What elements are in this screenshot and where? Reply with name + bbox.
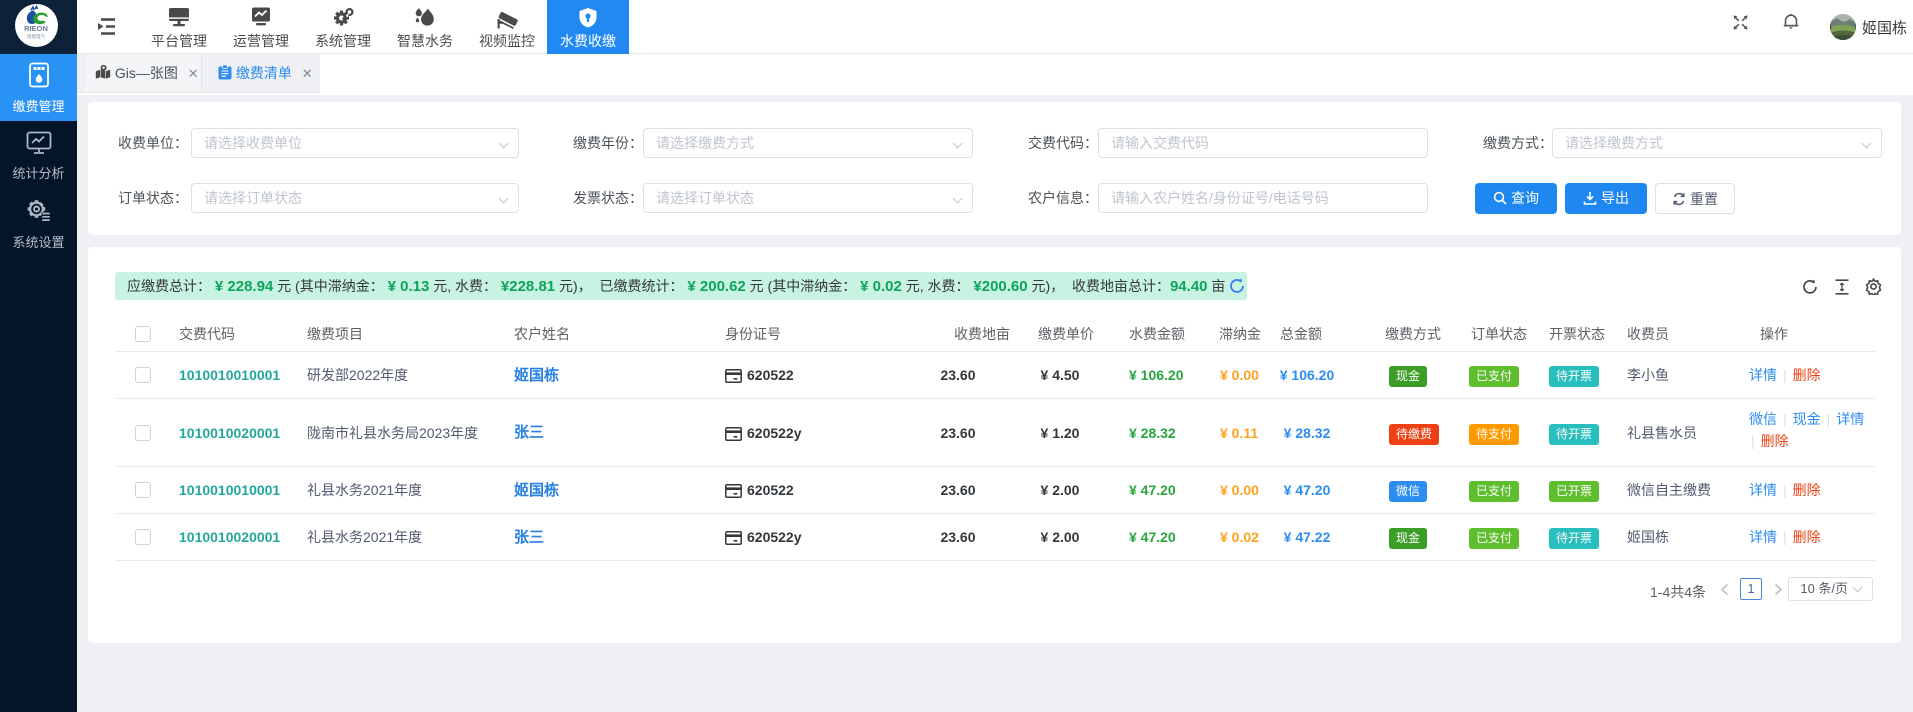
svg-text:RIEON: RIEON [24, 24, 48, 33]
svg-text:瑞恩电气: 瑞恩电气 [27, 33, 45, 39]
